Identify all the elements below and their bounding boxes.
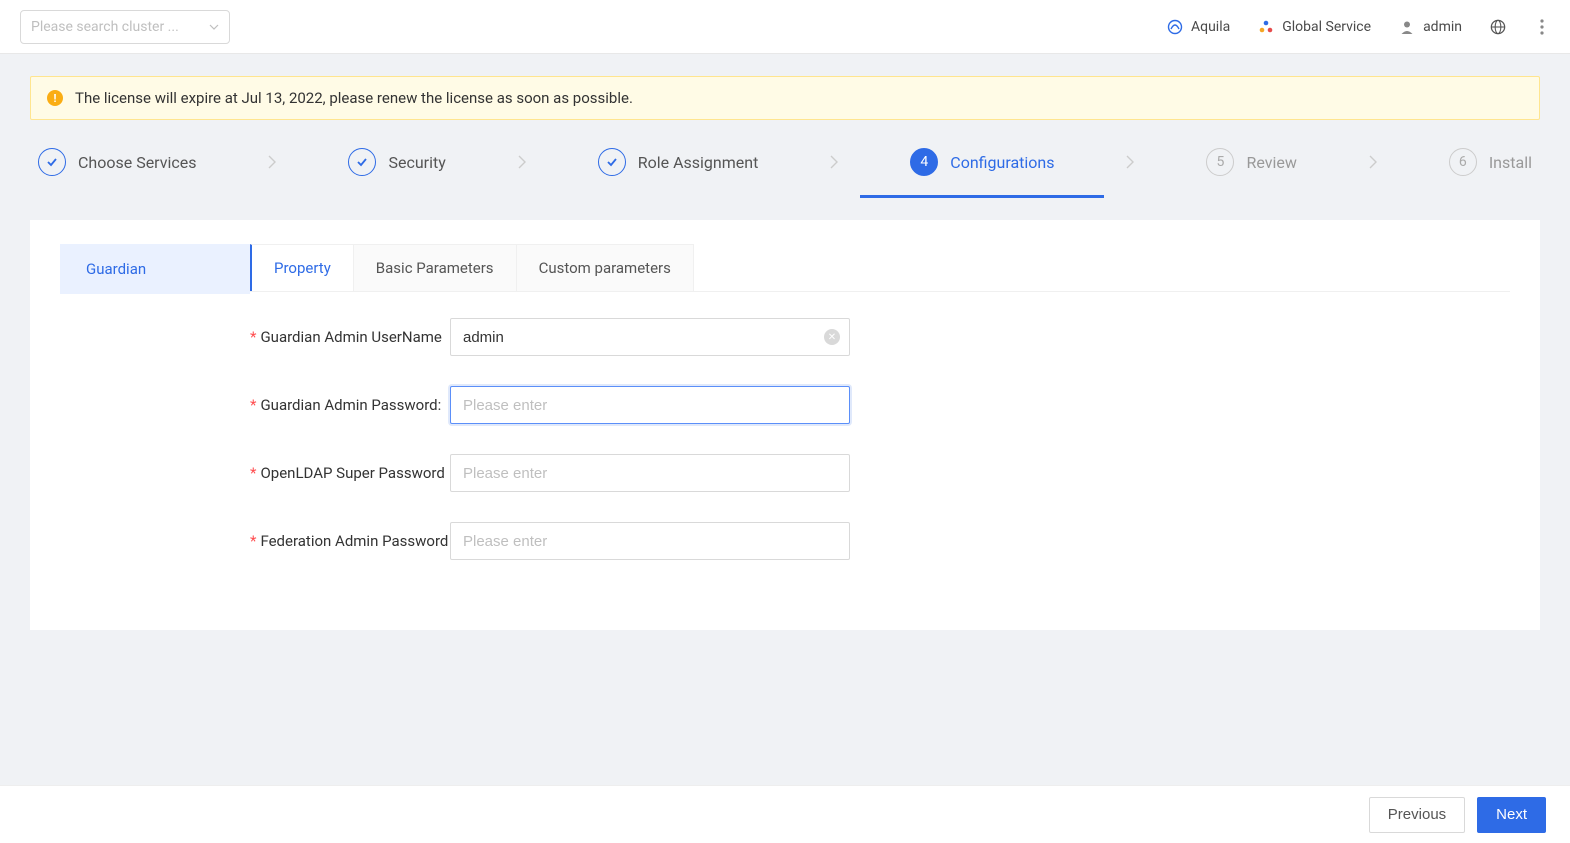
tab-custom-parameters[interactable]: Custom parameters [516, 244, 694, 291]
label-text: Guardian Admin Password: [260, 396, 441, 414]
cluster-search-placeholder: Please search cluster ... [31, 19, 179, 35]
label-text: Guardian Admin UserName [260, 328, 441, 346]
step-role-assignment[interactable]: Role Assignment [598, 148, 759, 176]
openldap-super-password-input[interactable] [450, 454, 850, 492]
button-label: Previous [1388, 806, 1446, 823]
chevron-right-icon [446, 155, 598, 169]
step-review: 5 Review [1206, 148, 1296, 176]
tab-label: Custom parameters [539, 259, 671, 277]
previous-button[interactable]: Previous [1369, 797, 1465, 833]
check-icon [348, 148, 376, 176]
tab-label: Property [274, 259, 331, 277]
user-icon [1399, 19, 1415, 35]
chevron-right-icon [1054, 155, 1206, 169]
global-service-label: Global Service [1282, 19, 1371, 35]
kebab-icon [1534, 19, 1550, 35]
step-number-icon: 5 [1206, 148, 1234, 176]
form-row-openldap-password: *OpenLDAP Super Password [250, 454, 1510, 492]
page-body: ! The license will expire at Jul 13, 202… [0, 54, 1570, 793]
clear-input-icon[interactable]: ✕ [824, 329, 840, 345]
aquila-icon [1167, 19, 1183, 35]
button-label: Next [1496, 806, 1527, 823]
top-bar-right: Aquila Global Service admin [1167, 19, 1550, 35]
tab-property[interactable]: Property [250, 244, 354, 291]
license-warning-banner: ! The license will expire at Jul 13, 202… [30, 76, 1540, 120]
config-card: Guardian Property Basic Parameters Custo… [30, 220, 1540, 630]
wizard-steps: Choose Services Security Role Assignment… [30, 144, 1540, 196]
step-configurations[interactable]: 4 Configurations [910, 148, 1054, 176]
chevron-right-icon [758, 155, 910, 169]
guardian-admin-password-input[interactable] [450, 386, 850, 424]
chevron-right-icon [1297, 155, 1449, 169]
active-step-underline [860, 195, 1104, 198]
step-label: Install [1489, 153, 1532, 172]
sidebar-item-label: Guardian [86, 260, 146, 278]
form-row-federation-password: *Federation Admin Password [250, 522, 1510, 560]
step-label: Configurations [950, 153, 1054, 172]
required-asterisk-icon: * [250, 464, 256, 482]
user-label: admin [1423, 19, 1462, 35]
step-number-icon: 6 [1449, 148, 1477, 176]
warning-icon: ! [47, 90, 63, 106]
user-menu[interactable]: admin [1399, 19, 1462, 35]
required-asterisk-icon: * [250, 396, 256, 414]
step-number-icon: 4 [910, 148, 938, 176]
cluster-search-select[interactable]: Please search cluster ... [20, 10, 230, 44]
check-icon [598, 148, 626, 176]
step-label: Choose Services [78, 153, 197, 172]
form-label: *Guardian Admin Password: [250, 396, 450, 414]
aquila-link[interactable]: Aquila [1167, 19, 1230, 35]
step-label: Security [388, 153, 445, 172]
chevron-right-icon [197, 155, 349, 169]
service-sidebar: Guardian [60, 244, 250, 590]
chevron-down-icon [209, 22, 219, 32]
required-asterisk-icon: * [250, 328, 256, 346]
language-button[interactable] [1490, 19, 1506, 35]
required-asterisk-icon: * [250, 532, 256, 550]
aquila-label: Aquila [1191, 19, 1230, 35]
federation-admin-password-input[interactable] [450, 522, 850, 560]
tab-basic-parameters[interactable]: Basic Parameters [353, 244, 517, 291]
guardian-admin-username-input[interactable] [450, 318, 850, 356]
warning-text: The license will expire at Jul 13, 2022,… [75, 89, 633, 107]
config-right-panel: Property Basic Parameters Custom paramet… [250, 244, 1510, 590]
property-form: *Guardian Admin UserName ✕ *Guardian Adm… [250, 292, 1510, 560]
form-label: *OpenLDAP Super Password [250, 464, 450, 482]
step-security[interactable]: Security [348, 148, 445, 176]
form-label: *Federation Admin Password [250, 532, 450, 550]
check-icon [38, 148, 66, 176]
step-choose-services[interactable]: Choose Services [38, 148, 197, 176]
tab-label: Basic Parameters [376, 259, 494, 277]
config-tabs: Property Basic Parameters Custom paramet… [250, 244, 1510, 292]
next-button[interactable]: Next [1477, 797, 1546, 833]
sidebar-item-guardian[interactable]: Guardian [60, 244, 250, 294]
globe-icon [1490, 19, 1506, 35]
step-label: Role Assignment [638, 153, 759, 172]
wizard-footer: Previous Next [0, 785, 1570, 843]
form-row-username: *Guardian Admin UserName ✕ [250, 318, 1510, 356]
top-bar: Please search cluster ... Aquila Global … [0, 0, 1570, 54]
step-label: Review [1246, 153, 1296, 172]
label-text: OpenLDAP Super Password [260, 464, 444, 482]
global-service-link[interactable]: Global Service [1258, 19, 1371, 35]
form-row-admin-password: *Guardian Admin Password: [250, 386, 1510, 424]
more-menu[interactable] [1534, 19, 1550, 35]
step-install: 6 Install [1449, 148, 1532, 176]
label-text: Federation Admin Password [260, 532, 448, 550]
form-label: *Guardian Admin UserName [250, 328, 450, 346]
global-service-icon [1258, 19, 1274, 35]
